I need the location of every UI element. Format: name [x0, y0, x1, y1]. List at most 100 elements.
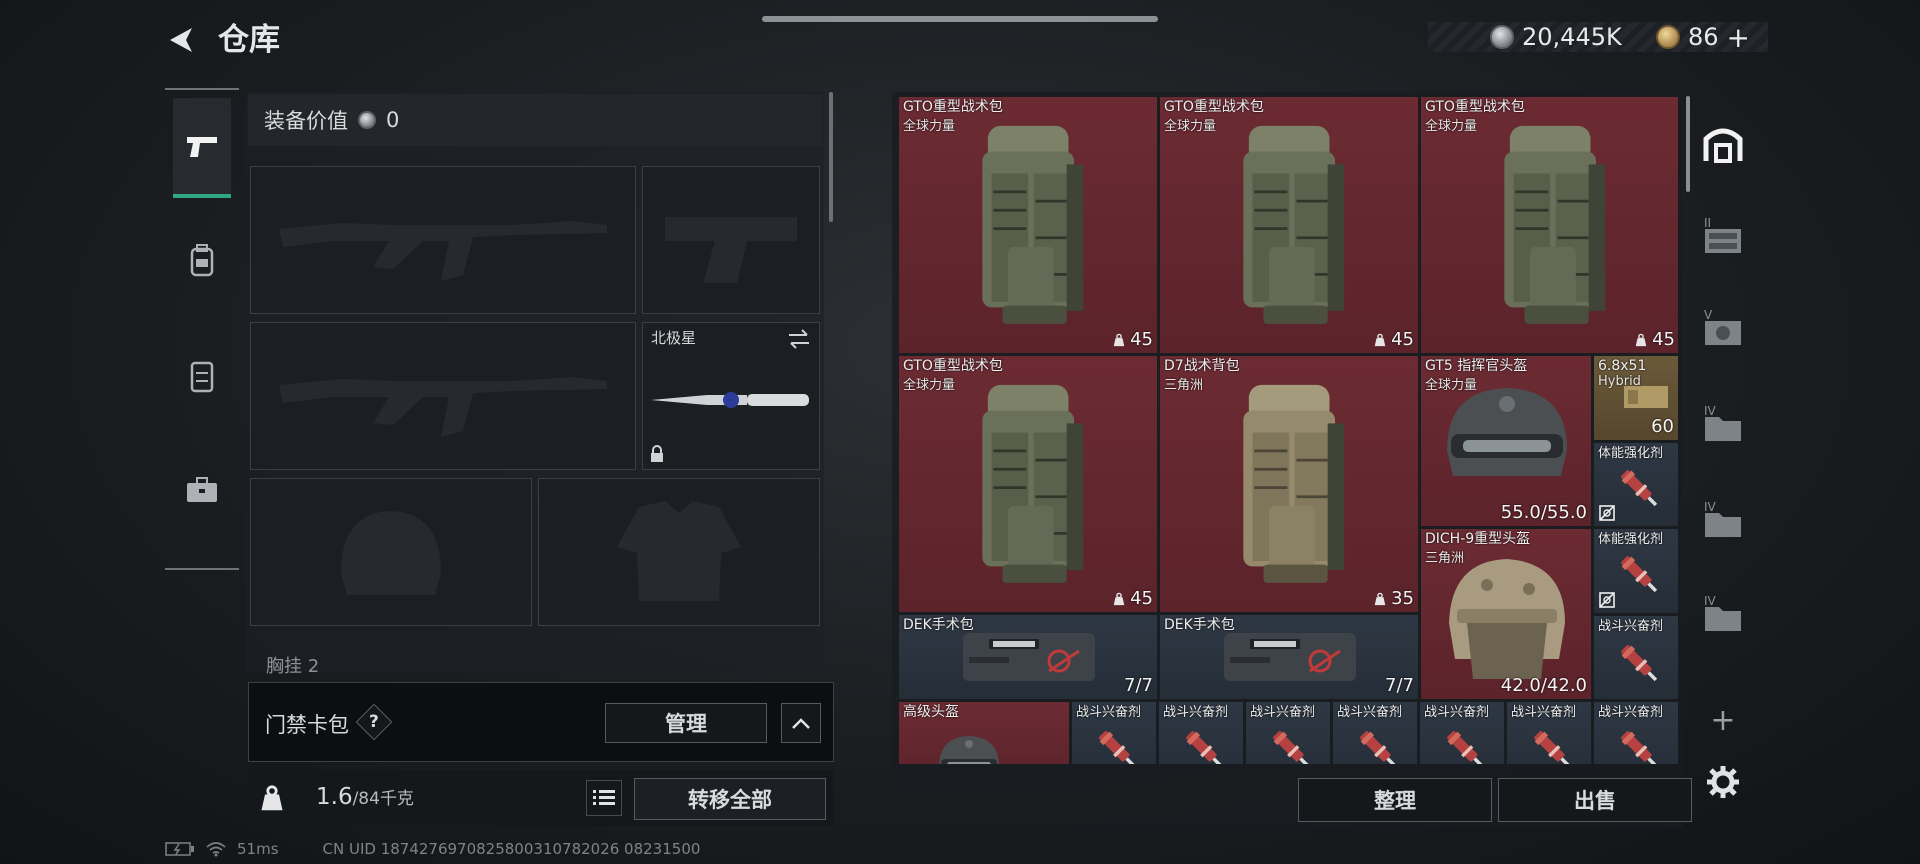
- item-stimulant[interactable]: 战斗兴奋剂: [1158, 701, 1244, 764]
- item-backpack[interactable]: GTO重型战术包 全球力量 45: [1420, 96, 1678, 354]
- item-backpack[interactable]: GTO重型战术包 全球力量 45: [898, 355, 1158, 613]
- gear-icon: [1707, 766, 1739, 798]
- chest-rig-label: 胸挂 2: [266, 656, 320, 677]
- lock-icon: [651, 445, 663, 462]
- battery-icon: [165, 842, 194, 856]
- settings-button[interactable]: [1694, 746, 1752, 818]
- equipment-scrollbar[interactable]: [829, 92, 833, 222]
- currency-premium-value: 86: [1688, 23, 1719, 51]
- rifle-placeholder-icon: [279, 221, 607, 281]
- armor-slot[interactable]: [538, 478, 820, 626]
- item-helmet[interactable]: DICH-9重型头盔 三角洲 42.0/42.0: [1420, 528, 1592, 700]
- coin-icon: [358, 111, 376, 129]
- item-stimulant[interactable]: 战斗兴奋剂: [1593, 615, 1678, 700]
- backpack-image: [975, 109, 1085, 339]
- back-arrow-icon: [170, 28, 192, 52]
- ping-value: 51ms: [237, 840, 279, 858]
- back-button[interactable]: [160, 20, 200, 60]
- item-stimulant[interactable]: 战斗兴奋剂: [1245, 701, 1331, 764]
- no-repair-icon: [1598, 504, 1616, 522]
- syringe-image: [1353, 724, 1405, 764]
- medkit-image: [1220, 627, 1360, 687]
- tab-storage-5[interactable]: IV: [1694, 486, 1752, 558]
- swap-icon[interactable]: [787, 329, 811, 349]
- tab-chest-rig[interactable]: [173, 326, 231, 426]
- tab-storage-2[interactable]: II: [1694, 202, 1752, 274]
- item-stimulant[interactable]: 战斗兴奋剂: [1332, 701, 1418, 764]
- tab-backpack[interactable]: [173, 210, 231, 310]
- transfer-all-button[interactable]: 转移全部: [634, 778, 826, 820]
- syringe-image: [1614, 549, 1666, 601]
- tab-storage-6[interactable]: IV: [1694, 580, 1752, 652]
- helmet-image: [1437, 380, 1577, 500]
- pistol-icon: [187, 137, 217, 157]
- tab-weapons[interactable]: [173, 98, 231, 198]
- backpack-image: [1236, 109, 1346, 339]
- helmet-slot[interactable]: [250, 478, 532, 626]
- syringe-image: [1266, 724, 1318, 764]
- item-backpack[interactable]: D7战术背包 三角洲 35: [1159, 355, 1419, 613]
- syringe-image: [1614, 638, 1666, 690]
- weight-icon: [1373, 333, 1387, 347]
- item-helmet[interactable]: 高级头盔: [898, 701, 1070, 764]
- loadout-tab-rail: [165, 88, 239, 570]
- tab-storage-3[interactable]: V: [1694, 294, 1752, 366]
- helmet-placeholder-icon: [341, 511, 441, 595]
- item-surgical-kit[interactable]: DEK手术包 7/7: [898, 614, 1158, 700]
- manage-button[interactable]: 管理: [605, 703, 767, 743]
- helmet-image: [919, 732, 1019, 764]
- item-backpack[interactable]: GTO重型战术包 全球力量 45: [1159, 96, 1419, 354]
- tab-storage-4[interactable]: IV: [1694, 390, 1752, 462]
- secondary-weapon-slot[interactable]: [250, 322, 636, 470]
- helmet-image: [1437, 549, 1577, 689]
- medkit-image: [959, 627, 1099, 687]
- pistol-slot[interactable]: [642, 166, 820, 314]
- warehouse-icon: [1703, 128, 1743, 163]
- equipment-panel: 北极星: [246, 92, 824, 672]
- item-stimulant[interactable]: 战斗兴奋剂: [1506, 701, 1592, 764]
- keycard-help-button[interactable]: ?: [355, 703, 393, 741]
- syringe-image: [1527, 724, 1579, 764]
- list-view-button[interactable]: [586, 780, 622, 816]
- item-helmet[interactable]: GT5 指挥官头盔 全球力量 55.0/55.0: [1420, 355, 1592, 527]
- melee-slot[interactable]: 北极星: [642, 322, 820, 470]
- rifle-placeholder-icon: [279, 377, 607, 437]
- syringe-image: [1614, 463, 1666, 515]
- item-stimulant[interactable]: 体能强化剂: [1593, 442, 1678, 527]
- item-ammo[interactable]: 6.8x51 Hybrid 60: [1593, 355, 1678, 441]
- syringe-image: [1179, 724, 1231, 764]
- list-icon: [593, 790, 615, 805]
- equipment-value-label: 装备价值: [264, 109, 348, 133]
- equipment-value-bar: 装备价值 0: [248, 94, 822, 146]
- equipment-value: 0: [386, 108, 400, 132]
- pistol-placeholder-icon: [665, 217, 797, 283]
- primary-weapon-slot[interactable]: [250, 166, 636, 314]
- item-stimulant[interactable]: 战斗兴奋剂: [1593, 701, 1678, 764]
- weight-icon: [1634, 333, 1648, 347]
- currency-main[interactable]: 20,445K: [1490, 22, 1622, 52]
- item-stimulant[interactable]: 战斗兴奋剂: [1419, 701, 1505, 764]
- warehouse-grid: GTO重型战术包 全球力量 45 GTO重型战术包 全球力量 45 GTO重型战术包…: [898, 96, 1678, 764]
- weight-icon: [1112, 333, 1126, 347]
- currency-premium[interactable]: 86 +: [1656, 21, 1750, 54]
- item-stimulant[interactable]: 体能强化剂: [1593, 528, 1678, 614]
- chevron-up-icon: [792, 718, 810, 729]
- tab-warehouse-main[interactable]: [1694, 108, 1752, 180]
- briefcase-icon: [187, 477, 217, 502]
- page-title: 仓库: [218, 22, 280, 58]
- syringe-image: [1092, 724, 1144, 764]
- carry-weight: 1.6/84千克: [316, 784, 414, 810]
- uid-text: CN UID 1874276970825800310782026 0823150…: [322, 840, 701, 858]
- item-surgical-kit[interactable]: DEK手术包 7/7: [1159, 614, 1419, 700]
- top-drag-handle[interactable]: [762, 16, 1158, 22]
- weight-icon: [1373, 592, 1387, 606]
- sort-button[interactable]: 整理: [1298, 778, 1492, 822]
- item-backpack[interactable]: GTO重型战术包 全球力量 45: [898, 96, 1158, 354]
- add-currency-button[interactable]: +: [1727, 21, 1750, 54]
- item-stimulant[interactable]: 战斗兴奋剂: [1071, 701, 1157, 764]
- wifi-icon: [206, 842, 226, 857]
- warehouse-scrollbar[interactable]: [1686, 96, 1690, 192]
- tab-case[interactable]: [173, 440, 231, 540]
- sell-button[interactable]: 出售: [1498, 778, 1692, 822]
- collapse-button[interactable]: [781, 703, 821, 743]
